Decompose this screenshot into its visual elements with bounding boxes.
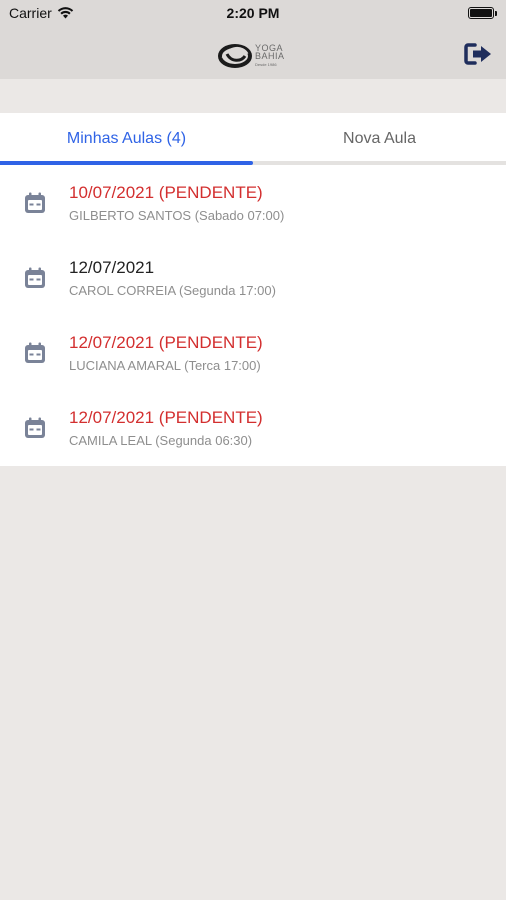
calendar-icon bbox=[25, 267, 45, 288]
tab-nova-aula[interactable]: Nova Aula bbox=[253, 113, 506, 165]
class-list: 10/07/2021 (PENDENTE) GILBERTO SANTOS (S… bbox=[0, 165, 506, 466]
yoga-bahia-logo: YOGA BAHIA Desde 1986 bbox=[217, 42, 285, 70]
tab-bar: Minhas Aulas (4) Nova Aula bbox=[0, 113, 506, 165]
list-item[interactable]: 12/07/2021 (PENDENTE) CAMILA LEAL (Segun… bbox=[0, 390, 506, 465]
class-details: LUCIANA AMARAL (Terca 17:00) bbox=[69, 358, 261, 373]
list-item[interactable]: 10/07/2021 (PENDENTE) GILBERTO SANTOS (S… bbox=[0, 165, 506, 240]
tab-minhas-aulas[interactable]: Minhas Aulas (4) bbox=[0, 113, 253, 165]
battery-tip bbox=[495, 11, 497, 16]
logo-swirl-icon bbox=[218, 44, 252, 68]
sign-out-icon bbox=[464, 43, 491, 65]
logo-line-bahia: BAHIA bbox=[255, 50, 285, 61]
status-bar: Carrier 2:20 PM bbox=[0, 0, 506, 27]
class-date: 12/07/2021 (PENDENTE) bbox=[69, 333, 263, 352]
class-date: 12/07/2021 (PENDENTE) bbox=[69, 408, 263, 427]
class-details: CAROL CORREIA (Segunda 17:00) bbox=[69, 283, 276, 298]
list-item[interactable]: 12/07/2021 (PENDENTE) LUCIANA AMARAL (Te… bbox=[0, 315, 506, 390]
class-details: CAMILA LEAL (Segunda 06:30) bbox=[69, 433, 253, 448]
logo-tagline: Desde 1986 bbox=[255, 61, 277, 67]
calendar-icon bbox=[25, 192, 45, 213]
calendar-icon bbox=[25, 342, 45, 363]
nav-bar: YOGA BAHIA Desde 1986 bbox=[0, 27, 506, 79]
logout-button[interactable] bbox=[464, 43, 494, 65]
class-date: 10/07/2021 (PENDENTE) bbox=[69, 183, 263, 202]
status-time: 2:20 PM bbox=[226, 5, 280, 21]
list-item[interactable]: 12/07/2021 CAROL CORREIA (Segunda 17:00) bbox=[0, 240, 506, 315]
class-details: GILBERTO SANTOS (Sabado 07:00) bbox=[69, 208, 285, 223]
logo-text: YOGA BAHIA Desde 1986 bbox=[255, 43, 285, 69]
class-date: 12/07/2021 bbox=[69, 258, 155, 277]
battery-icon bbox=[468, 7, 494, 19]
calendar-icon bbox=[25, 417, 45, 438]
